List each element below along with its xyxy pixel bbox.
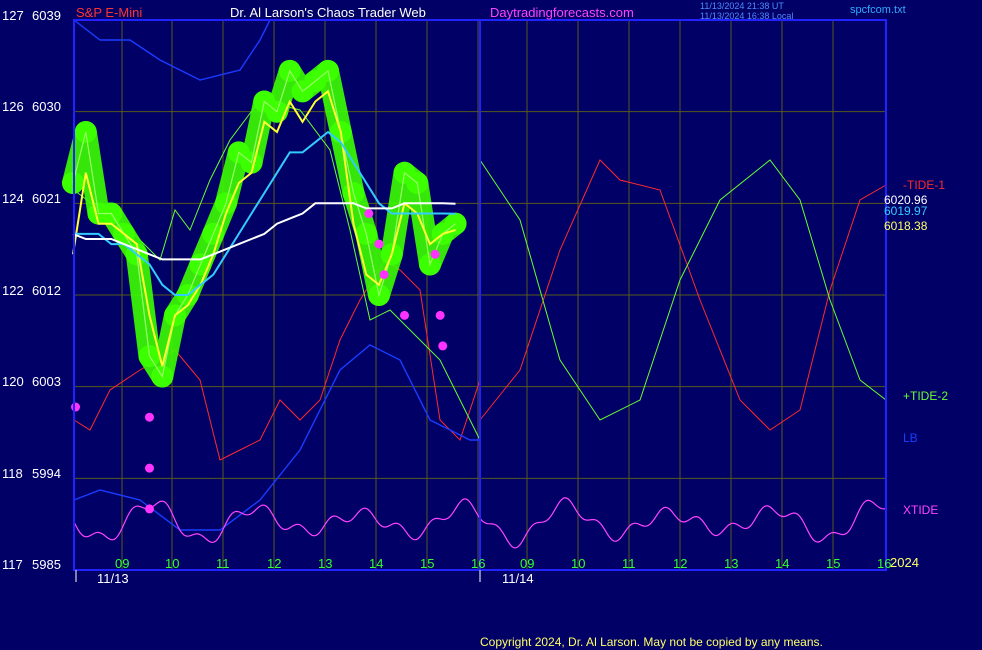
right-axis-label: 6030 [32,99,61,114]
x-tick-label: 10 [571,556,586,571]
x-tick-label: 11 [622,556,636,571]
x-tick-label: 12 [267,556,282,571]
legend-xtide: XTIDE [903,503,939,517]
marker-dot [438,341,448,351]
timestamp-local: 11/13/2024 16:38 Local [700,11,794,21]
marker-dot [71,402,81,412]
right-axis-label: 5994 [32,466,61,481]
legend-tide2: +TIDE-2 [903,389,949,403]
left-axis-label: 124 [2,191,24,206]
symbol-label: S&P E-Mini [76,5,143,20]
right-axis-label: 6003 [32,374,61,389]
left-axis-label: 120 [2,374,24,389]
x-tick-label: 15 [826,556,841,571]
x-tick-label: 16 [471,556,486,571]
x-tick-label: 15 [420,556,435,571]
chart-canvas [62,19,887,582]
right-axis-label: 5985 [32,557,61,572]
legend-lb: LB [903,431,918,445]
marker-dot [435,310,445,320]
legend-tide1: -TIDE-1 [903,178,945,192]
site-title: Dr. Al Larson's Chaos Trader Web [230,5,426,20]
marker-dot [145,463,154,473]
x-tick-label: 09 [115,556,130,571]
last-value-yellow: 6018.38 [884,219,928,233]
copyright-notice: Copyright 2024, Dr. Al Larson. May not b… [480,635,823,649]
right-axis-label: 6012 [32,283,61,298]
marker-dot [145,504,154,514]
right-axis-label: 6021 [32,191,61,206]
marker-dot [379,270,389,280]
x-tick-label: 11 [216,556,230,571]
lb-lower-line [73,344,480,531]
left-axis-label: 117 [2,557,23,572]
x-tick-label: 10 [165,556,180,571]
marker-dot [430,249,440,259]
x-tick-label: 14 [369,556,384,571]
price-band [62,59,467,388]
price-series [62,59,467,388]
site-url-link[interactable]: Daytradingforecasts.com [490,6,634,19]
left-axis-label: 122 [2,283,24,298]
x-tick-label: 13 [318,556,333,571]
left-axis-label: 118 [2,466,23,481]
marker-dot [400,310,409,320]
year-label: 2024 [890,555,919,570]
marker-dot [374,239,384,249]
date-label-day2: 11/14 [502,571,534,586]
x-tick-label: 14 [775,556,790,571]
left-axis-label: 127 [2,8,24,23]
marker-dot [364,209,374,219]
x-tick-label: 12 [673,556,688,571]
left-axis-label: 126 [2,99,24,114]
x-tick-label: 09 [520,556,535,571]
timestamp-ut: 11/13/2024 21:38 UT [700,1,784,11]
right-axis-label: 6039 [32,8,61,23]
x-tick-label: 13 [724,556,739,571]
file-name: spcfcom.txt [850,4,906,16]
last-value-cyan: 6019.97 [884,204,928,218]
date-label-day1: 11/13 [97,571,129,586]
marker-dot [145,412,154,422]
